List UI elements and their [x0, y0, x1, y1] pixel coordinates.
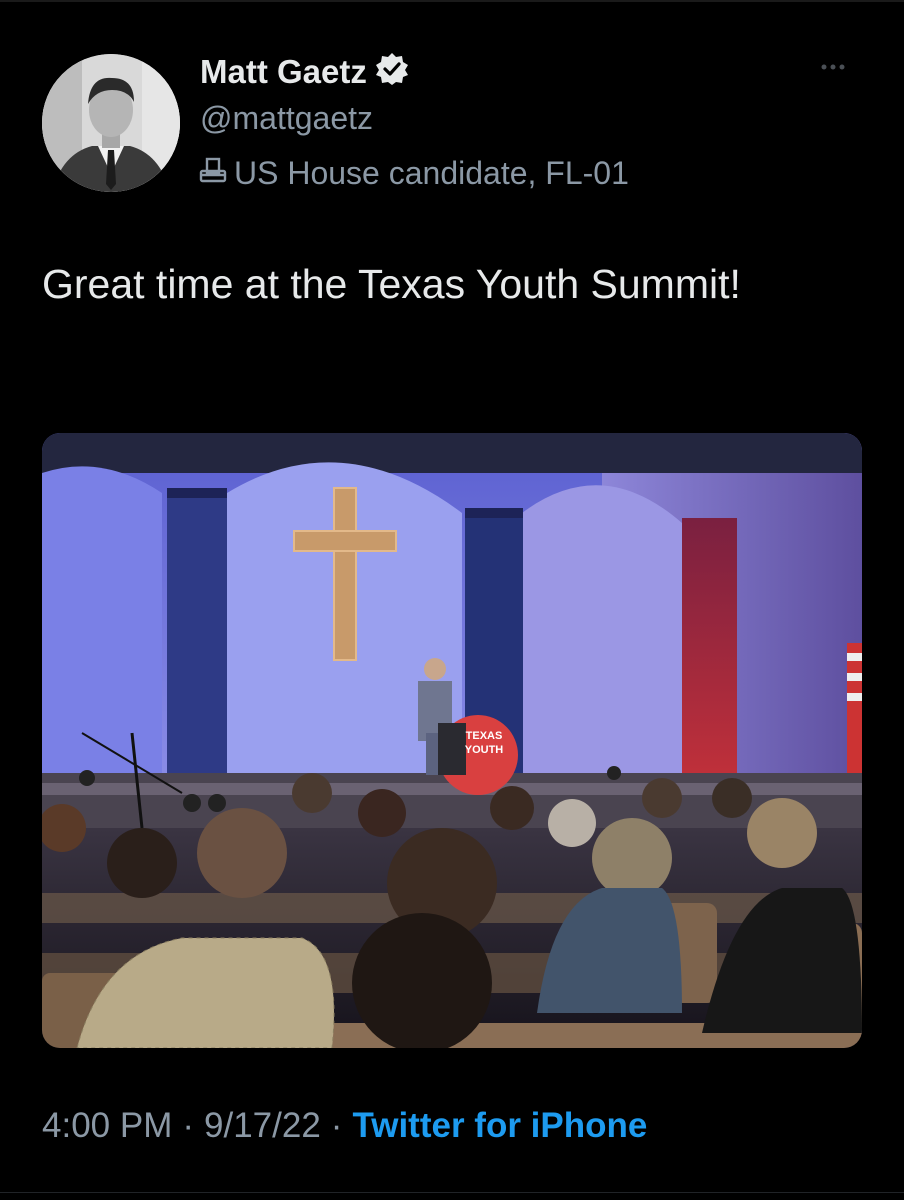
- podium-text-line-1: TEXAS: [466, 730, 503, 742]
- candidate-label: US House candidate, FL-01: [198, 154, 629, 192]
- top-border: [0, 0, 904, 2]
- meta-separator: ·: [182, 1106, 195, 1145]
- tweet-text: Great time at the Texas Youth Summit!: [42, 261, 741, 307]
- handle[interactable]: @mattgaetz: [200, 100, 373, 137]
- avatar[interactable]: [42, 54, 180, 192]
- tweet-time[interactable]: 4:00 PM: [42, 1106, 172, 1146]
- podium-text-line-2: YOUTH: [465, 744, 504, 756]
- tweet-date[interactable]: 9/17/22: [204, 1106, 321, 1146]
- author-name-row[interactable]: Matt Gaetz: [200, 52, 409, 91]
- tweet-meta: 4:00 PM · 9/17/22 · Twitter for iPhone: [42, 1106, 647, 1146]
- display-name[interactable]: Matt Gaetz: [200, 53, 367, 91]
- verified-badge-icon: [375, 52, 409, 91]
- more-horizontal-icon[interactable]: [820, 52, 846, 72]
- ballot-box-icon: [198, 154, 228, 192]
- tweet-source-link[interactable]: Twitter for iPhone: [352, 1106, 647, 1146]
- meta-separator: ·: [330, 1106, 343, 1145]
- divider: [0, 1192, 904, 1193]
- avatar-image: [42, 54, 180, 192]
- tweet-photo[interactable]: TEXAS YOUTH: [42, 433, 862, 1048]
- candidate-label-text: US House candidate, FL-01: [234, 154, 629, 191]
